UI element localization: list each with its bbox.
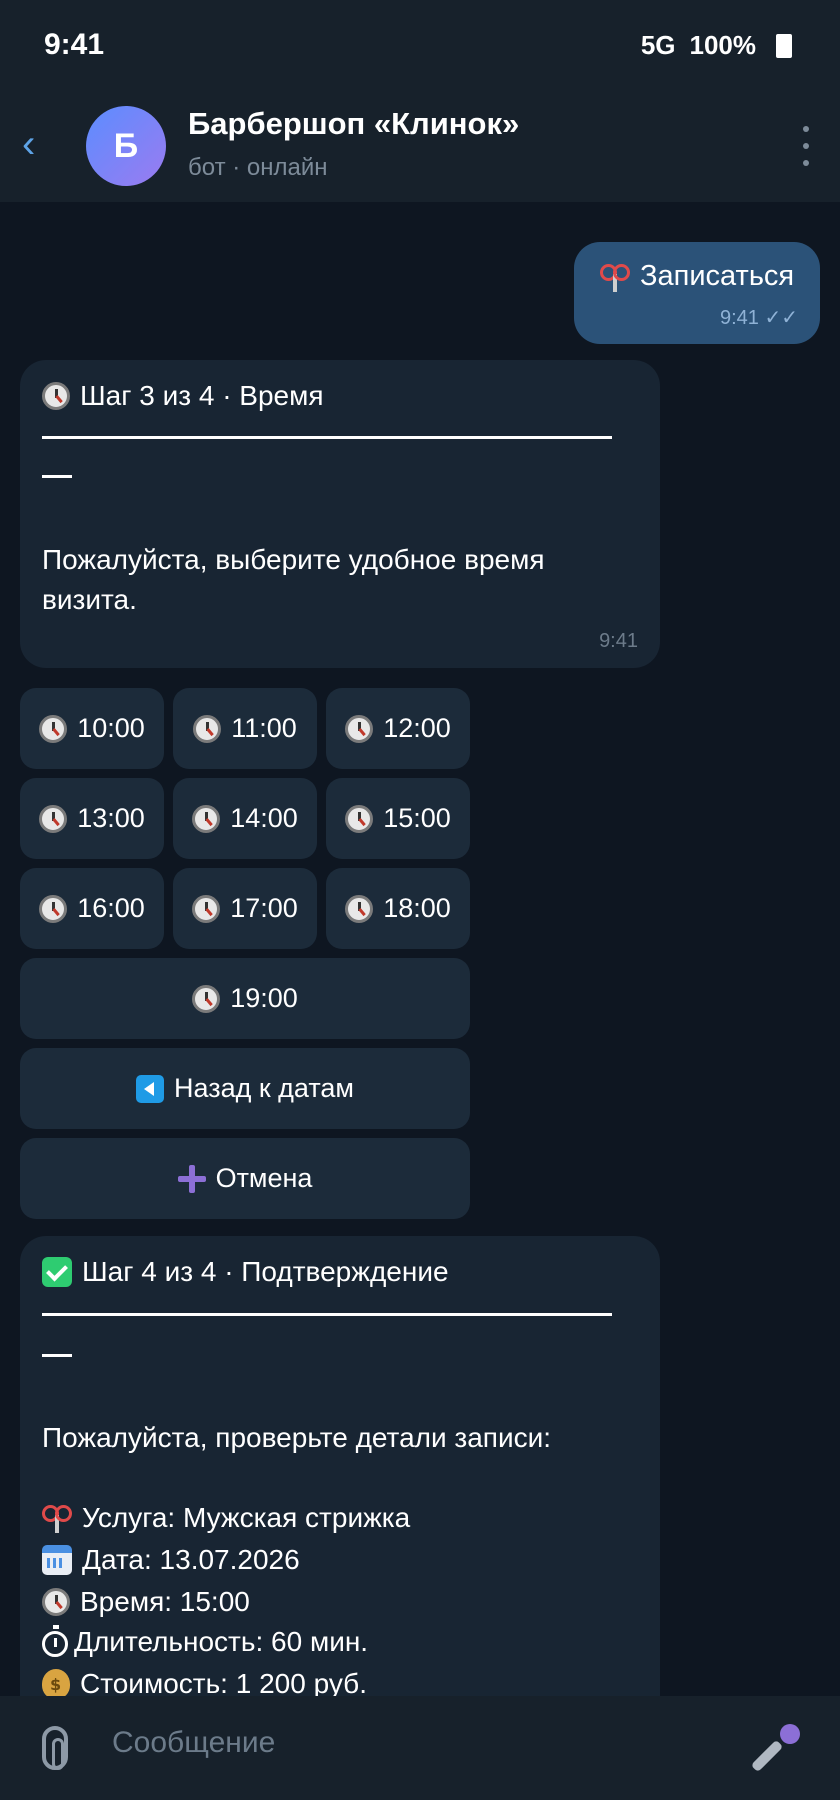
clock-icon [345, 804, 374, 833]
clock-icon [345, 894, 374, 923]
scissors-icon [600, 262, 630, 292]
back-arrow-icon[interactable]: ‹ [22, 122, 52, 166]
time-slot-label: 12:00 [383, 713, 451, 743]
clock-icon [192, 804, 221, 833]
back-to-dates-label: Назад к датам [174, 1073, 354, 1103]
bot-message-step4[interactable]: Шаг 4 из 4 · Подтверждение Пожалуйста, п… [20, 1236, 660, 1756]
time-slot-button[interactable]: 19:00 [20, 958, 470, 1039]
time-slot-label: 13:00 [77, 803, 145, 833]
time-slot-button[interactable]: 17:00 [173, 868, 317, 949]
paperclip-icon[interactable] [42, 1726, 68, 1770]
step4-service-line: Услуга: Мужская стрижка [42, 1502, 410, 1534]
step4-duration: Длительность: 60 мин. [74, 1626, 369, 1657]
step4-title-line: Шаг 4 из 4 · Подтверждение [42, 1256, 449, 1288]
avatar[interactable]: Б [86, 106, 166, 186]
time-slot-button[interactable]: 14:00 [173, 778, 317, 859]
time-slot-label: 19:00 [230, 983, 298, 1013]
bot-message-step3[interactable]: Шаг 3 из 4 · Время Пожалуйста, выберите … [20, 360, 660, 668]
chat-title[interactable]: Барбершоп «Клинок» [188, 106, 519, 142]
clock-icon [39, 714, 68, 743]
outgoing-message[interactable]: Записаться 9:41 ✓✓ [574, 242, 820, 344]
calendar-icon [42, 1545, 72, 1575]
status-bar: 9:41 5G 100% [0, 0, 840, 92]
step3-body-line2: визита. [42, 584, 137, 615]
step3-title-line: Шаг 3 из 4 · Время [42, 380, 324, 412]
time-slot-label: 14:00 [230, 803, 298, 833]
cancel-button[interactable]: Отмена [20, 1138, 470, 1219]
step4-duration-line: Длительность: 60 мин. [42, 1625, 369, 1658]
back-to-dates-button[interactable]: Назад к датам [20, 1048, 470, 1129]
battery-label: 100% [689, 30, 757, 60]
step3-time: 9:41 [599, 630, 638, 652]
time-slot-button[interactable]: 12:00 [326, 688, 470, 769]
time-slot-label: 18:00 [383, 893, 451, 923]
network-label: 5G [640, 30, 676, 60]
more-menu-icon[interactable] [800, 126, 812, 166]
time-slot-button[interactable]: 18:00 [326, 868, 470, 949]
time-slot-label: 11:00 [231, 713, 297, 743]
moneybag-icon [42, 1669, 70, 1699]
clock-icon [42, 1588, 70, 1616]
microphone-icon[interactable] [750, 1724, 800, 1773]
step4-date: Дата: 13.07.2026 [82, 1544, 300, 1575]
cancel-label: Отмена [215, 1163, 313, 1193]
clock-icon [192, 984, 221, 1013]
step4-time-line: Время: 15:00 [42, 1586, 250, 1618]
time-slot-button[interactable]: 16:00 [20, 868, 164, 949]
back-triangle-icon [136, 1074, 164, 1103]
clock-icon [192, 894, 221, 923]
time-slot-label: 10:00 [77, 713, 145, 743]
time-slot-label: 15:00 [383, 803, 451, 833]
step3-dash [42, 475, 72, 478]
outgoing-label: Записаться [640, 260, 795, 292]
step4-dash [42, 1354, 72, 1357]
time-slot-label: 17:00 [230, 893, 298, 923]
chat-screen: 9:41 5G 100% ‹ Б Барбершоп «Клинок» бот … [0, 0, 840, 1800]
clock-icon [345, 714, 374, 743]
step3-divider [42, 436, 612, 439]
time-slot-button[interactable]: 15:00 [326, 778, 470, 859]
step4-title: Шаг 4 из 4 · Подтверждение [82, 1256, 449, 1287]
step4-time: Время: 15:00 [80, 1586, 250, 1617]
time-slot-label: 16:00 [77, 893, 145, 923]
scissors-icon [42, 1503, 72, 1533]
clock-icon [39, 894, 68, 923]
outgoing-time: 9:41 ✓✓ [720, 307, 798, 329]
chat-header: ‹ Б Барбершоп «Клинок» бот · онлайн [0, 92, 840, 202]
step4-intro: Пожалуйста, проверьте детали записи: [42, 1422, 552, 1453]
step3-title: Шаг 3 из 4 · Время [80, 380, 324, 411]
status-time: 9:41 [44, 28, 105, 61]
step4-service: Услуга: Мужская стрижка [82, 1502, 411, 1533]
clock-icon [193, 714, 222, 743]
step4-date-line: Дата: 13.07.2026 [42, 1544, 300, 1576]
battery-icon [776, 33, 792, 58]
message-composer: Сообщение [0, 1696, 840, 1800]
message-input[interactable]: Сообщение [112, 1726, 275, 1760]
chat-subtitle: бот · онлайн [188, 154, 328, 181]
checkmark-icon [42, 1257, 72, 1287]
stopwatch-icon [42, 1625, 68, 1657]
status-indicators: 5G 100% [641, 30, 792, 61]
time-slot-button[interactable]: 11:00 [173, 688, 317, 769]
step3-body-line1: Пожалуйста, выберите удобное время [42, 544, 545, 575]
step4-divider [42, 1313, 612, 1316]
outgoing-message-text: Записаться [600, 260, 794, 293]
time-slot-button[interactable]: 10:00 [20, 688, 164, 769]
time-slot-button[interactable]: 13:00 [20, 778, 164, 859]
clock-icon [39, 804, 68, 833]
plus-icon [177, 1164, 206, 1193]
clock-icon [42, 382, 70, 410]
